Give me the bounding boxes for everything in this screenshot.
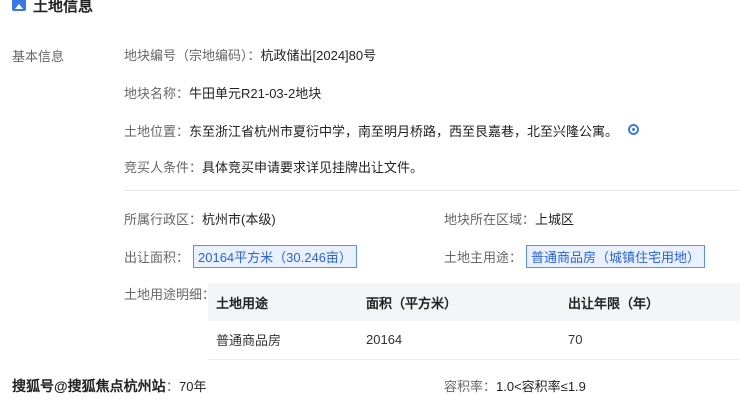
admin-region-value: 杭州市(本级) bbox=[202, 212, 276, 227]
column-header-land-use: 土地用途 bbox=[208, 283, 358, 321]
cell-years: 70 bbox=[560, 321, 740, 360]
main-use-label: 土地主用途： bbox=[444, 250, 523, 265]
admin-region-row: 所属行政区： 杭州市(本级) bbox=[124, 209, 276, 228]
location-row: 土地位置： 东至浙江省杭州市夏衍中学，南至明月桥路，西至艮嘉巷，北至兴隆公寓。 bbox=[124, 121, 640, 140]
bidder-condition-label: 竞买人条件： bbox=[124, 160, 203, 175]
bidder-condition-value: 具体竞买申请要求详见挂牌出让文件。 bbox=[202, 160, 424, 175]
transfer-years-label: ： bbox=[166, 379, 180, 394]
plot-ratio-row: 容积率： 1.0<容积率≤1.9 bbox=[444, 376, 586, 395]
location-icon[interactable] bbox=[628, 124, 640, 135]
transfer-years-row: ： 70年 bbox=[166, 376, 206, 395]
admin-region-label: 所属行政区： bbox=[124, 212, 203, 227]
cell-land-use: 普通商品房 bbox=[208, 321, 358, 360]
table-header-row: 土地用途 面积（平方米） 出让年限（年） bbox=[208, 283, 740, 321]
basic-info-label: 基本信息 bbox=[12, 49, 65, 64]
column-header-years: 出让年限（年） bbox=[560, 283, 740, 321]
parcel-name-row: 地块名称： 牛田单元R21-03-2地块 bbox=[124, 83, 321, 102]
location-value: 东至浙江省杭州市夏衍中学，南至明月桥路，西至艮嘉巷，北至兴隆公寓。 bbox=[189, 124, 619, 139]
land-info-header: 土地信息 bbox=[12, 0, 93, 16]
column-header-area: 面积（平方米） bbox=[358, 283, 560, 321]
cell-area: 20164 bbox=[358, 321, 560, 360]
bidder-condition-row: 竞买人条件： 具体竞买申请要求详见挂牌出让文件。 bbox=[124, 157, 423, 176]
usage-table: 土地用途 面积（平方米） 出让年限（年） 普通商品房 20164 70 bbox=[208, 283, 740, 360]
main-use-value: 普通商品房（城镇住宅用地） bbox=[526, 245, 706, 268]
parcel-area-region-row: 地块所在区域： 上城区 bbox=[444, 209, 574, 228]
image-icon bbox=[12, 0, 26, 11]
parcel-area-region-value: 上城区 bbox=[535, 212, 575, 227]
parcel-no-value: 杭政储出[2024]80号 bbox=[260, 48, 377, 63]
plot-ratio-value: 1.0<容积率≤1.9 bbox=[496, 379, 586, 394]
table-row: 普通商品房 20164 70 bbox=[208, 321, 740, 360]
location-label: 土地位置： bbox=[124, 124, 190, 139]
divider bbox=[124, 190, 740, 191]
transfer-years-value: 70年 bbox=[179, 379, 207, 394]
transfer-area-value: 20164平方米（30.246亩） bbox=[193, 245, 357, 268]
section-title: 土地信息 bbox=[33, 0, 94, 15]
parcel-no-row: 地块编号（宗地编码）： 杭政储出[2024]80号 bbox=[124, 45, 376, 64]
usage-detail-label: 土地用途明细： bbox=[124, 287, 216, 302]
transfer-area-label: 出让面积： bbox=[124, 250, 190, 265]
parcel-name-label: 地块名称： bbox=[124, 86, 190, 101]
usage-detail-row: 土地用途明细： bbox=[124, 284, 215, 303]
watermark: 搜狐号@搜狐焦点杭州站 bbox=[12, 378, 166, 394]
parcel-area-region-label: 地块所在区域： bbox=[444, 212, 536, 227]
plot-ratio-label: 容积率： bbox=[444, 379, 497, 394]
main-use-row: 土地主用途： 普通商品房（城镇住宅用地） bbox=[444, 245, 706, 268]
transfer-area-row: 出让面积： 20164平方米（30.246亩） bbox=[124, 245, 357, 268]
parcel-name-value: 牛田单元R21-03-2地块 bbox=[189, 86, 322, 101]
parcel-no-label: 地块编号（宗地编码）： bbox=[124, 48, 261, 63]
